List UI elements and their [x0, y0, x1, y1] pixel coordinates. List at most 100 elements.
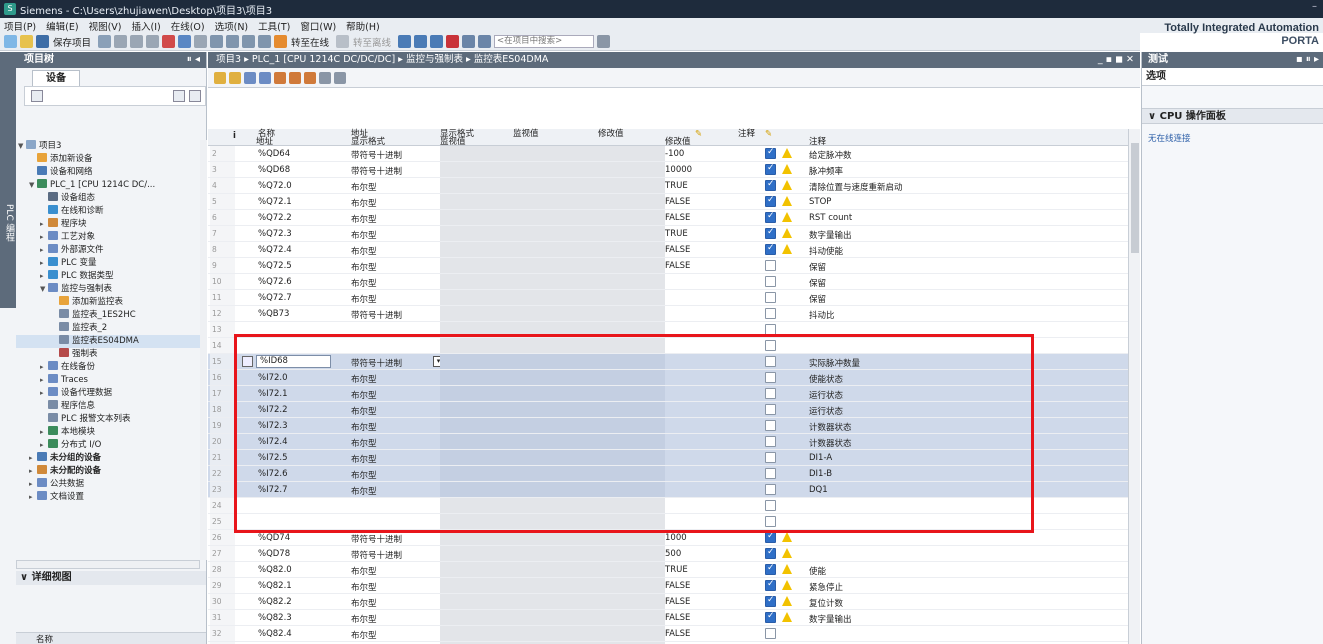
table-row[interactable]: 29 %Q82.1 布尔型 FALSE 紧急停止 [208, 578, 1128, 594]
address-cell[interactable]: %Q82.0 [258, 565, 292, 575]
minimize-icon[interactable]: – [1312, 1, 1317, 12]
comment-cell[interactable]: 保留 [809, 261, 826, 273]
display-format-cell[interactable]: 布尔型 [351, 277, 377, 289]
modify-checkbox[interactable] [765, 356, 776, 367]
modify-checkbox[interactable] [765, 531, 776, 543]
stop-cpu-icon[interactable] [430, 35, 444, 48]
address-cell[interactable]: %I72.0 [258, 373, 288, 383]
table-row[interactable]: 31 %Q82.3 布尔型 FALSE 数字量输出 [208, 610, 1128, 626]
modify-value-cell[interactable]: FALSE [665, 197, 690, 207]
paste-icon[interactable] [146, 35, 160, 48]
modify-checkbox[interactable] [765, 195, 776, 207]
simulation-icon[interactable] [258, 35, 272, 48]
monitor-once-icon[interactable] [259, 71, 271, 84]
table-row[interactable]: 13 [208, 322, 1128, 338]
display-format-cell[interactable]: 布尔型 [351, 421, 377, 433]
editor-vertical-scrollbar[interactable] [1128, 129, 1140, 644]
modify-checkbox[interactable] [765, 308, 776, 319]
table-row[interactable]: 16 %I72.0 布尔型 使能状态 [208, 370, 1128, 386]
tree-item[interactable]: ▸ 未分配的设备 [16, 465, 200, 478]
split-horizontal-icon[interactable] [462, 35, 476, 48]
table-row[interactable]: 21 %I72.5 布尔型 DI1-A [208, 450, 1128, 466]
expand-toggle-icon[interactable]: ▸ [29, 478, 37, 491]
address-cell[interactable]: %Q72.6 [258, 277, 292, 287]
menu-item[interactable]: 窗口(W) [300, 19, 336, 33]
tree-item[interactable]: 添加新监控表 [16, 296, 200, 309]
display-format-cell[interactable]: 布尔型 [351, 565, 377, 577]
show-columns-icon[interactable] [319, 71, 331, 84]
comment-cell[interactable]: 运行状态 [809, 405, 843, 417]
project-search-input[interactable]: <在项目中搜索> [494, 35, 595, 48]
address-cell[interactable]: %I72.7 [258, 485, 288, 495]
modify-checkbox[interactable] [765, 484, 776, 495]
table-row[interactable]: 22 %I72.6 布尔型 DI1-B [208, 466, 1128, 482]
menu-item[interactable]: 插入(I) [132, 19, 161, 33]
display-format-cell[interactable]: 带符号十进制 [351, 357, 402, 369]
comment-cell[interactable]: DI1-B [809, 469, 832, 479]
undo-icon[interactable] [178, 35, 192, 48]
modify-checkbox[interactable] [765, 372, 776, 383]
display-format-cell[interactable]: 布尔型 [351, 485, 377, 497]
tree-item[interactable]: 在线和诊断 [16, 205, 200, 218]
expand-toggle-icon[interactable]: ▸ [40, 361, 48, 374]
display-format-cell[interactable]: 布尔型 [351, 469, 377, 481]
tab-devices[interactable]: 设备 [32, 70, 80, 86]
table-row[interactable]: 32 %Q82.4 布尔型 FALSE [208, 626, 1128, 642]
modify-value-cell[interactable]: 1000 [665, 533, 687, 543]
split-vertical-icon[interactable] [478, 35, 492, 48]
expand-toggle-icon[interactable]: ▸ [40, 218, 48, 231]
display-format-cell[interactable]: 带符号十进制 [351, 309, 402, 321]
tree-item[interactable]: 程序信息 [16, 400, 200, 413]
address-cell[interactable]: %I72.5 [258, 453, 288, 463]
tree-item[interactable]: ▸ 设备代理数据 [16, 387, 200, 400]
expand-toggle-icon[interactable]: ▸ [40, 270, 48, 283]
comment-cell[interactable]: 数字量输出 [809, 613, 852, 625]
tree-vertical-scrollbar[interactable] [200, 140, 207, 560]
tree-item[interactable]: ▸ 公共数据 [16, 478, 200, 491]
address-cell[interactable]: %Q82.4 [258, 629, 292, 639]
modify-checkbox[interactable] [765, 324, 776, 335]
modify-checkbox[interactable] [765, 211, 776, 223]
address-cell[interactable]: %QD64 [258, 149, 290, 159]
save-icon[interactable] [36, 35, 49, 48]
table-row[interactable]: 7 %Q72.3 布尔型 TRUE 数字量输出 [208, 226, 1128, 242]
address-cell[interactable]: %I72.3 [258, 421, 288, 431]
start-cpu-icon[interactable] [414, 35, 428, 48]
address-cell[interactable]: %QD74 [258, 533, 290, 543]
display-format-cell[interactable]: 布尔型 [351, 245, 377, 257]
address-cell[interactable]: %Q72.5 [258, 261, 292, 271]
comment-cell[interactable]: 紧急停止 [809, 581, 843, 593]
menu-item[interactable]: 在线(O) [171, 19, 205, 33]
hide-columns-icon[interactable] [334, 71, 346, 84]
address-cell[interactable]: %QD68 [258, 165, 290, 175]
table-row[interactable]: 24 [208, 498, 1128, 514]
expand-toggle-icon[interactable]: ▸ [29, 465, 37, 478]
modify-checkbox[interactable] [765, 388, 776, 399]
comment-cell[interactable]: 保留 [809, 277, 826, 289]
modify-checkbox[interactable] [765, 468, 776, 479]
address-cell[interactable]: %QD78 [258, 549, 290, 559]
modify-value-cell[interactable]: FALSE [665, 213, 690, 223]
tree-item[interactable]: ▸ 分布式 I/O [16, 439, 200, 452]
comment-cell[interactable]: STOP [809, 197, 831, 207]
comment-cell[interactable]: 脉冲频率 [809, 165, 843, 177]
expand-toggle-icon[interactable]: ▼ [40, 283, 48, 296]
display-format-cell[interactable]: 布尔型 [351, 213, 377, 225]
modify-value-cell[interactable]: -100 [665, 149, 684, 159]
table-row[interactable]: 14 [208, 338, 1128, 354]
display-format-cell[interactable]: 布尔型 [351, 437, 377, 449]
modify-checkbox[interactable] [765, 147, 776, 159]
binoculars-icon[interactable] [597, 35, 611, 48]
modify-checkbox[interactable] [765, 611, 776, 623]
plc-programming-vertical-tab[interactable]: PLC 编程 [0, 68, 16, 308]
col-modify-value[interactable]: 修改值 [598, 130, 624, 139]
modify-checkbox[interactable] [765, 404, 776, 415]
table-row[interactable]: 27 %QD78 带符号十进制 500 [208, 546, 1128, 562]
menu-item[interactable]: 视图(V) [89, 19, 122, 33]
redo-icon[interactable] [194, 35, 208, 48]
expand-toggle-icon[interactable]: ▸ [40, 231, 48, 244]
col-monitor-value[interactable]: 监视值 [513, 130, 539, 139]
display-format-cell[interactable]: 布尔型 [351, 261, 377, 273]
device-view-icon[interactable] [31, 90, 43, 102]
expand-toggle-icon[interactable]: ▸ [40, 257, 48, 270]
